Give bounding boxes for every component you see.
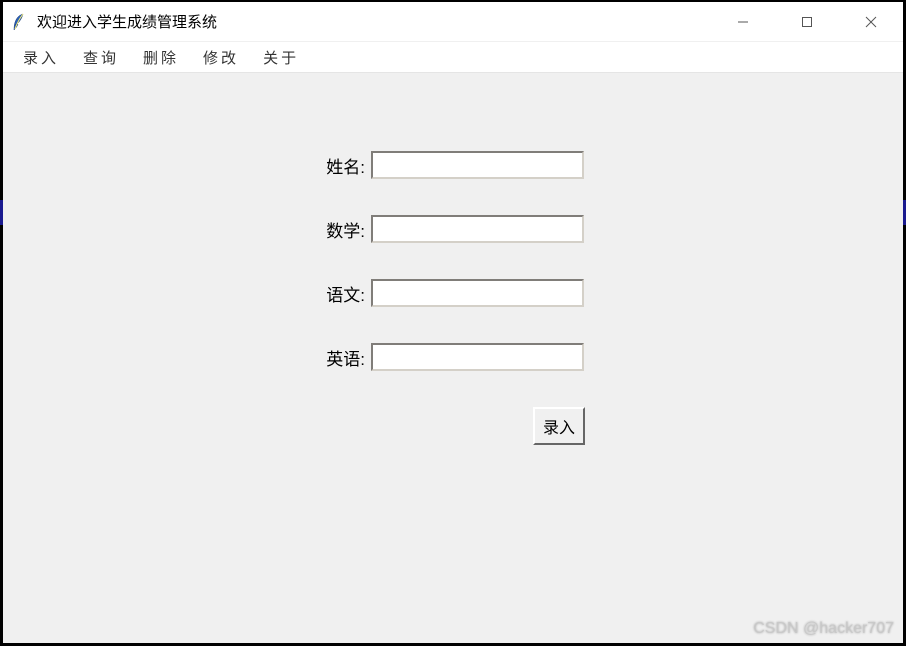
menubar: 录入 查询 删除 修改 关于 [3,42,903,73]
input-english[interactable] [371,343,584,371]
close-button[interactable] [839,2,903,41]
maximize-button[interactable] [775,2,839,41]
row-math: 数学: [315,215,585,243]
label-english: 英语: [315,345,365,370]
minimize-button[interactable] [711,2,775,41]
menu-about[interactable]: 关于 [251,44,311,71]
submit-row: 录入 [315,407,585,445]
menu-query[interactable]: 查询 [71,44,131,71]
menu-delete[interactable]: 删除 [131,44,191,71]
input-name[interactable] [371,151,584,179]
input-form: 姓名: 数学: 语文: 英语: 录入 [315,151,585,445]
window-controls [711,2,903,41]
feather-icon [11,12,27,32]
menu-input[interactable]: 录入 [11,44,71,71]
label-math: 数学: [315,217,365,242]
row-name: 姓名: [315,151,585,179]
menu-modify[interactable]: 修改 [191,44,251,71]
row-english: 英语: [315,343,585,371]
input-chinese[interactable] [371,279,584,307]
row-chinese: 语文: [315,279,585,307]
titlebar: 欢迎进入学生成绩管理系统 [3,2,903,42]
client-area: 姓名: 数学: 语文: 英语: 录入 [3,73,903,643]
window: 欢迎进入学生成绩管理系统 录入 查询 删除 修改 关于 姓名: 数学: [3,2,903,643]
window-title: 欢迎进入学生成绩管理系统 [37,11,711,32]
input-math[interactable] [371,215,584,243]
watermark: CSDN @hacker707 [753,620,894,638]
label-name: 姓名: [315,153,365,178]
label-chinese: 语文: [315,281,365,306]
submit-button[interactable]: 录入 [533,407,585,445]
